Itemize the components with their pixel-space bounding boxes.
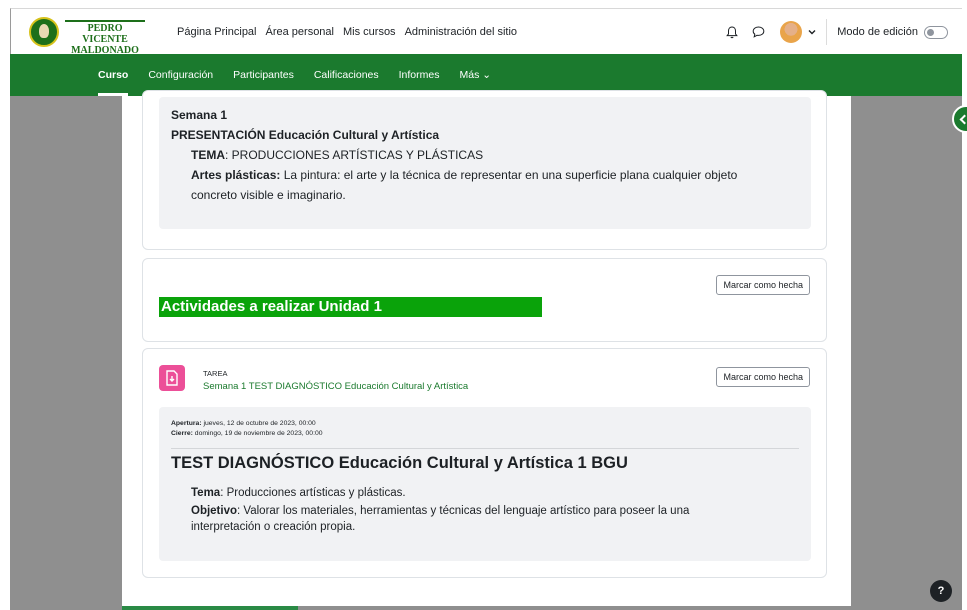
opening-label: Apertura: bbox=[171, 420, 202, 427]
logo-emblem bbox=[29, 17, 59, 47]
section-summary: Semana 1 PRESENTACIÓN Educación Cultural… bbox=[159, 97, 811, 229]
primary-nav: Página Principal Área personal Mis curso… bbox=[177, 26, 517, 38]
user-controls: Modo de edición bbox=[722, 19, 948, 45]
top-navbar: PEDRO VICENTE MALDONADO Página Principal… bbox=[10, 8, 962, 59]
assignment-icon bbox=[159, 365, 185, 391]
nav-site-admin[interactable]: Administración del sitio bbox=[405, 26, 518, 38]
site-logo[interactable]: PEDRO VICENTE MALDONADO bbox=[29, 17, 147, 59]
assignment-description: Apertura: jueves, 12 de octubre de 2023,… bbox=[159, 407, 811, 561]
task-tema-line: Tema: Producciones artísticas y plástica… bbox=[191, 485, 791, 501]
help-icon[interactable]: ? bbox=[930, 580, 952, 602]
artes-line: Artes plásticas: La pintura: el arte y l… bbox=[171, 165, 799, 185]
task-tema-value: : Producciones artísticas y plásticas. bbox=[220, 487, 406, 499]
opening-value: jueves, 12 de octubre de 2023, 00:00 bbox=[201, 420, 316, 427]
page-backdrop-right bbox=[851, 96, 962, 606]
mark-done-button-task[interactable]: Marcar como hecha bbox=[716, 367, 810, 387]
activity-label-card: Marcar como hecha Actividades a realizar… bbox=[142, 258, 827, 342]
artes-value: La pintura: el arte y la técnica de repr… bbox=[280, 168, 738, 182]
assignment-card: TAREA Semana 1 TEST DIAGNÓSTICO Educació… bbox=[142, 348, 827, 578]
closing-label: Cierre: bbox=[171, 430, 193, 437]
chat-icon[interactable] bbox=[748, 22, 768, 42]
chevron-down-icon[interactable] bbox=[808, 26, 816, 38]
week-title: Semana 1 bbox=[171, 108, 228, 122]
description-divider bbox=[171, 448, 799, 449]
assignment-link[interactable]: Semana 1 TEST DIAGNÓSTICO Educación Cult… bbox=[203, 381, 468, 392]
opening-date: Apertura: jueves, 12 de octubre de 2023,… bbox=[171, 419, 323, 429]
edit-mode-label: Modo de edición bbox=[837, 26, 918, 38]
page-backdrop-left bbox=[10, 96, 122, 606]
nav-home[interactable]: Página Principal bbox=[177, 26, 257, 38]
tema-line: TEMA: PRODUCCIONES ARTÍSTICAS Y PLÁSTICA… bbox=[171, 145, 799, 165]
closing-value: domingo, 19 de noviembre de 2023, 00:00 bbox=[192, 430, 323, 437]
activity-type: TAREA bbox=[203, 369, 228, 378]
nav-dashboard[interactable]: Área personal bbox=[266, 26, 335, 38]
course-content: Semana 1 PRESENTACIÓN Educación Cultural… bbox=[122, 90, 851, 606]
activities-banner: Actividades a realizar Unidad 1 bbox=[159, 297, 542, 317]
task-objetivo-value: : Valorar los materiales, herramientas y… bbox=[237, 505, 690, 517]
task-tema-label: Tema bbox=[191, 487, 221, 499]
task-objetivo-label: Objetivo bbox=[191, 505, 238, 517]
task-objetivo-line-2: interpretación o creación propia. bbox=[191, 521, 356, 533]
activity-dates: Apertura: jueves, 12 de octubre de 2023,… bbox=[171, 419, 323, 439]
nav-my-courses[interactable]: Mis cursos bbox=[343, 26, 396, 38]
tema-label: TEMA bbox=[191, 148, 225, 162]
mark-done-button[interactable]: Marcar como hecha bbox=[716, 275, 810, 295]
edit-mode-toggle[interactable] bbox=[924, 25, 948, 39]
presentation-title: PRESENTACIÓN Educación Cultural y Artíst… bbox=[171, 128, 440, 142]
bell-icon[interactable] bbox=[722, 22, 742, 42]
divider bbox=[826, 19, 828, 45]
tema-value: : PRODUCCIONES ARTÍSTICAS Y PLÁSTICAS bbox=[225, 148, 484, 162]
task-objetivo-line: Objetivo: Valorar los materiales, herram… bbox=[191, 503, 791, 519]
closing-date: Cierre: domingo, 19 de noviembre de 2023… bbox=[171, 429, 323, 439]
artes-line-2: concreto visible e imaginario. bbox=[191, 188, 346, 202]
tab-course[interactable]: Curso bbox=[88, 54, 138, 96]
avatar[interactable] bbox=[780, 21, 803, 43]
section-week1: Semana 1 PRESENTACIÓN Educación Cultural… bbox=[142, 90, 827, 250]
artes-label: Artes plásticas: bbox=[191, 168, 281, 182]
assignment-title: TEST DIAGNÓSTICO Educación Cultural y Ar… bbox=[171, 454, 628, 472]
